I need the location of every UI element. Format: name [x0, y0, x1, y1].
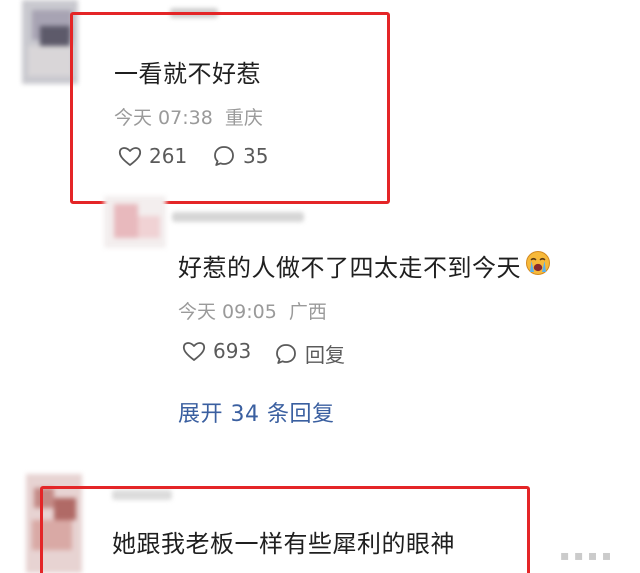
avatar[interactable] [104, 196, 166, 248]
highlight-box [40, 486, 530, 573]
comment-text: 好惹的人做不了四太走不到今天 [178, 248, 551, 283]
comment-time: 今天 09:05 [178, 301, 277, 323]
watermark-faint: ▪ ▪ ▪ ▪ [560, 548, 612, 564]
comment-text-content: 好惹的人做不了四太走不到今天 [178, 254, 521, 282]
comment-meta: 今天 09:05 广西 [178, 297, 327, 324]
username-blurred[interactable] [172, 212, 304, 222]
expand-replies-link[interactable]: 展开 34 条回复 [178, 396, 334, 428]
highlight-box [70, 12, 390, 204]
reply-label: 回复 [305, 343, 345, 367]
heart-icon [182, 340, 206, 362]
comment-bubble-icon [274, 342, 298, 366]
crying-face-emoji [525, 250, 551, 282]
comment-thread-screen: 一看就不好惹 今天 07:38 重庆 261 35 好惹的人做不了四太走不到今天 [0, 0, 640, 573]
reply-button[interactable]: 回复 [274, 339, 345, 368]
like-button[interactable]: 693 [182, 339, 251, 363]
like-count: 693 [213, 339, 252, 363]
comment-location: 广西 [288, 301, 327, 323]
